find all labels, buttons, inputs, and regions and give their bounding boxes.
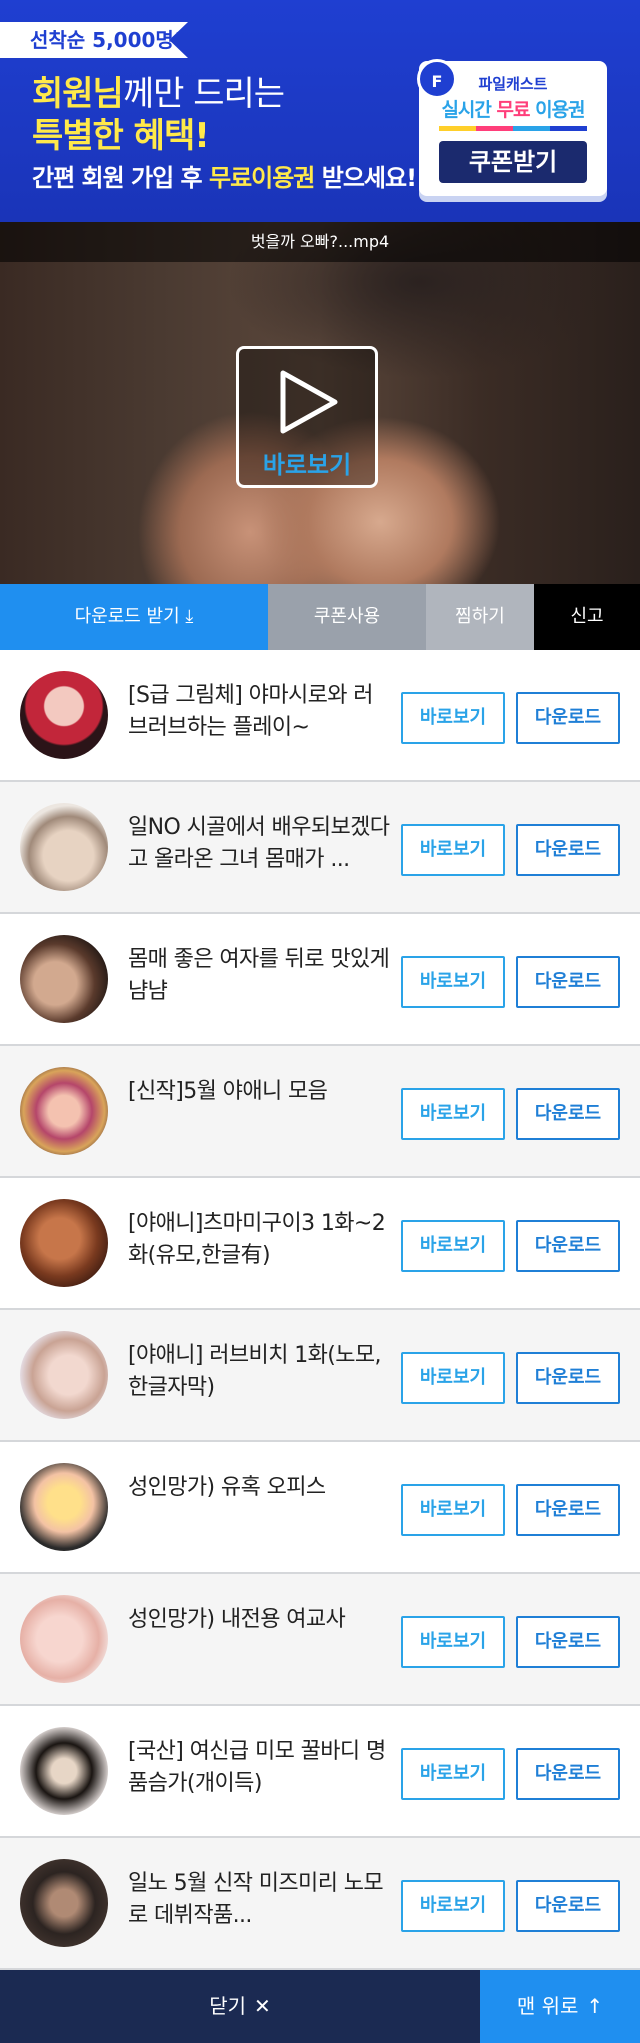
promo-badge: 선착순 5,000명!	[0, 22, 188, 58]
download-item-button[interactable]: 다운로드	[516, 1352, 620, 1404]
watch-button[interactable]: 바로보기	[401, 1352, 505, 1404]
download-item-button[interactable]: 다운로드	[516, 692, 620, 744]
report-button[interactable]: 신고	[534, 584, 640, 650]
item-title[interactable]: [야애니] 러브비치 1화(노모,한글자막)	[128, 1340, 390, 1404]
back-to-top-label: 맨 위로	[516, 1994, 579, 2018]
item-thumbnail[interactable]	[20, 1859, 108, 1947]
close-button[interactable]: 닫기 ✕	[0, 1970, 480, 2043]
item-title[interactable]: 성인망가) 내전용 여교사	[128, 1604, 390, 1636]
item-thumbnail[interactable]	[20, 935, 108, 1023]
bottom-bar: 닫기 ✕ 맨 위로 ↑	[0, 1970, 640, 2043]
item-thumbnail[interactable]	[20, 1199, 108, 1287]
back-to-top-button[interactable]: 맨 위로 ↑	[480, 1970, 640, 2043]
download-item-button[interactable]: 다운로드	[516, 1088, 620, 1140]
promo-subline: 간편 회원 가입 후 무료이용권 받으세요!	[32, 158, 417, 193]
download-item-button[interactable]: 다운로드	[516, 1220, 620, 1272]
download-item-button[interactable]: 다운로드	[516, 956, 620, 1008]
promo-subline-a: 간편 회원 가입 후	[32, 164, 209, 192]
play-button-label: 바로보기	[262, 451, 352, 479]
item-thumbnail[interactable]	[20, 1727, 108, 1815]
coupon-pass-b: 이용권	[529, 99, 585, 121]
download-item-button[interactable]: 다운로드	[516, 1880, 620, 1932]
list-item[interactable]: [신작]5월 야애니 모음 바로보기 다운로드	[0, 1046, 640, 1178]
coupon-card[interactable]: F 파일캐스트 실시간 무료 이용권 쿠폰받기	[417, 59, 607, 196]
watch-button[interactable]: 바로보기	[401, 1088, 505, 1140]
download-button-label: 다운로드 받기	[74, 606, 180, 627]
item-title[interactable]: 몸매 좋은 여자를 뒤로 맛있게 냠냠	[128, 944, 390, 1008]
watch-button[interactable]: 바로보기	[401, 1484, 505, 1536]
list-item[interactable]: 몸매 좋은 여자를 뒤로 맛있게 냠냠 바로보기 다운로드	[0, 914, 640, 1046]
list-item[interactable]: [야애니]츠마미구이3 1화~2화(유모,한글有) 바로보기 다운로드	[0, 1178, 640, 1310]
coupon-card-brand: 파일캐스트	[478, 75, 548, 93]
item-thumbnail[interactable]	[20, 803, 108, 891]
download-item-button[interactable]: 다운로드	[516, 1484, 620, 1536]
coupon-card-pass: 실시간 무료 이용권	[419, 95, 607, 122]
video-player[interactable]: 벗을까 오빠?...mp4 바로보기	[0, 222, 640, 584]
list-item[interactable]: [국산] 여신급 미모 꿀바디 명품슴가(개이득) 바로보기 다운로드	[0, 1706, 640, 1838]
list-item[interactable]: 일노 5월 신작 미즈미리 노모로 데뷔작품... 바로보기 다운로드	[0, 1838, 640, 1970]
coupon-pass-free: 무료	[496, 99, 531, 121]
watch-button[interactable]: 바로보기	[401, 692, 505, 744]
wishlist-button[interactable]: 찜하기	[426, 584, 534, 650]
list-item[interactable]: 성인망가) 내전용 여교사 바로보기 다운로드	[0, 1574, 640, 1706]
coupon-pass-a: 실시간	[441, 99, 497, 121]
item-title[interactable]: 성인망가) 유혹 오피스	[128, 1472, 390, 1504]
watch-button[interactable]: 바로보기	[401, 1616, 505, 1668]
item-title[interactable]: [신작]5월 야애니 모음	[128, 1076, 390, 1108]
get-coupon-button[interactable]: 쿠폰받기	[439, 141, 587, 183]
watch-button[interactable]: 바로보기	[401, 956, 505, 1008]
download-button[interactable]: 다운로드 받기 ⤓	[0, 584, 268, 650]
use-coupon-button[interactable]: 쿠폰사용	[268, 584, 426, 650]
item-thumbnail[interactable]	[20, 1331, 108, 1419]
list-item[interactable]: [S급 그림체] 야마시로와 러브러브하는 플레이~ 바로보기 다운로드	[0, 650, 640, 782]
content-list: [S급 그림체] 야마시로와 러브러브하는 플레이~ 바로보기 다운로드 일NO 시골…	[0, 650, 640, 1970]
item-title[interactable]: 일NO 시골에서 배우되보겠다고 올라온 그녀 몸매가 ...	[128, 812, 390, 876]
promo-subline-b: 받으세요!	[314, 164, 417, 192]
item-title[interactable]: [S급 그림체] 야마시로와 러브러브하는 플레이~	[128, 680, 390, 744]
download-icon: ⤓	[185, 606, 194, 627]
arrow-up-icon: ↑	[586, 1994, 604, 2018]
action-bar: 다운로드 받기 ⤓ 쿠폰사용 찜하기 신고	[0, 584, 640, 650]
download-item-button[interactable]: 다운로드	[516, 824, 620, 876]
item-title[interactable]: 일노 5월 신작 미즈미리 노모로 데뷔작품...	[128, 1868, 390, 1932]
download-item-button[interactable]: 다운로드	[516, 1616, 620, 1668]
item-thumbnail[interactable]	[20, 1463, 108, 1551]
list-item[interactable]: 일NO 시골에서 배우되보겠다고 올라온 그녀 몸매가 ... 바로보기 다운로드	[0, 782, 640, 914]
play-button[interactable]: 바로보기	[236, 346, 378, 488]
item-thumbnail[interactable]	[20, 1067, 108, 1155]
watch-button[interactable]: 바로보기	[401, 1220, 505, 1272]
download-item-button[interactable]: 다운로드	[516, 1748, 620, 1800]
close-icon: ✕	[254, 1994, 271, 2018]
promo-headline-2: 특별한 혜택!	[32, 116, 210, 156]
play-icon	[280, 370, 338, 434]
list-item[interactable]: 성인망가) 유혹 오피스 바로보기 다운로드	[0, 1442, 640, 1574]
item-title[interactable]: [국산] 여신급 미모 꿀바디 명품슴가(개이득)	[128, 1736, 390, 1800]
item-title[interactable]: [야애니]츠마미구이3 1화~2화(유모,한글有)	[128, 1208, 390, 1272]
item-thumbnail[interactable]	[20, 1595, 108, 1683]
watch-button[interactable]: 바로보기	[401, 1880, 505, 1932]
promo-banner[interactable]: 선착순 5,000명! 회원님께만 드리는 특별한 혜택! 간편 회원 가입 후…	[0, 0, 640, 222]
watch-button[interactable]: 바로보기	[401, 1748, 505, 1800]
watch-button[interactable]: 바로보기	[401, 824, 505, 876]
item-thumbnail[interactable]	[20, 671, 108, 759]
close-button-label: 닫기	[209, 1994, 247, 2018]
video-filename: 벗을까 오빠?...mp4	[0, 222, 640, 262]
list-item[interactable]: [야애니] 러브비치 1화(노모,한글자막) 바로보기 다운로드	[0, 1310, 640, 1442]
coupon-card-stripes	[439, 126, 587, 131]
promo-subline-highlight: 무료이용권	[208, 164, 315, 192]
